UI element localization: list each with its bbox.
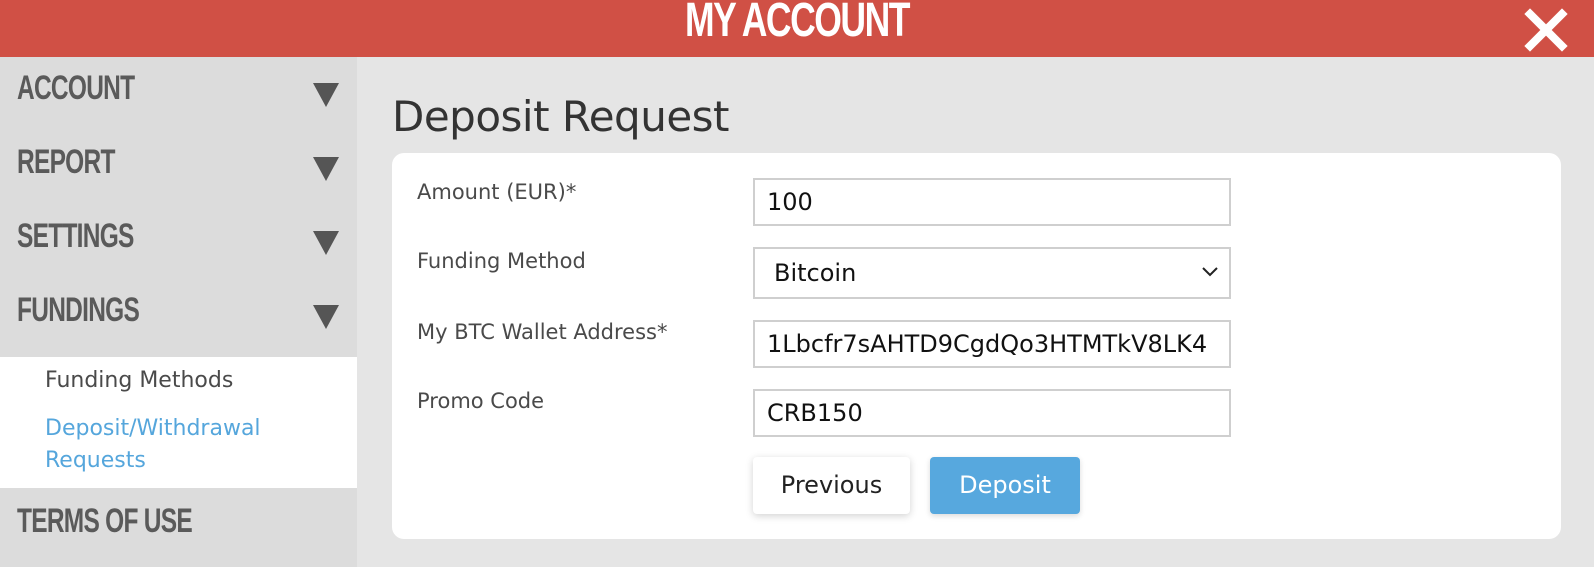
triangle-down-icon [313,231,339,255]
funding-method-selected-value: Bitcoin [774,259,857,287]
header-bar: MY ACCOUNT [0,0,1594,57]
sidebar-item-label: REPORT [17,143,115,181]
previous-button[interactable]: Previous [753,457,910,514]
sidebar-item-label: SETTINGS [17,217,134,255]
page-title: Deposit Request [392,92,730,141]
page-header-title: MY ACCOUNT [685,0,910,47]
promo-code-input[interactable] [753,389,1231,437]
funding-method-select[interactable]: Bitcoin [753,247,1231,299]
close-icon[interactable] [1524,8,1568,52]
sidebar-item-terms-of-use[interactable]: TERMS OF USE [0,488,357,567]
triangle-down-icon [313,157,339,181]
sidebar-item-label: TERMS OF USE [17,502,193,540]
fundings-submenu: Funding Methods Deposit/Withdrawal Reque… [0,357,357,488]
amount-label: Amount (EUR)* [417,180,577,204]
wallet-address-label: My BTC Wallet Address* [417,320,668,344]
wallet-address-input[interactable] [753,320,1231,368]
sidebar-item-account[interactable]: ACCOUNT [0,57,357,131]
chevron-down-icon [1202,267,1218,277]
sidebar-item-settings[interactable]: SETTINGS [0,205,357,279]
promo-code-label: Promo Code [417,389,545,413]
triangle-down-icon [313,83,339,107]
submenu-item-funding-methods[interactable]: Funding Methods [45,365,233,397]
triangle-down-icon [313,305,339,329]
amount-input[interactable] [753,178,1231,226]
sidebar-item-report[interactable]: REPORT [0,131,357,205]
funding-method-label: Funding Method [417,249,586,273]
deposit-button[interactable]: Deposit [930,457,1080,514]
sidebar-item-fundings[interactable]: FUNDINGS [0,279,357,353]
sidebar-item-label: ACCOUNT [17,69,135,107]
submenu-item-deposit-withdrawal-requests[interactable]: Deposit/Withdrawal Requests [45,413,305,477]
sidebar-item-label: FUNDINGS [17,291,140,329]
